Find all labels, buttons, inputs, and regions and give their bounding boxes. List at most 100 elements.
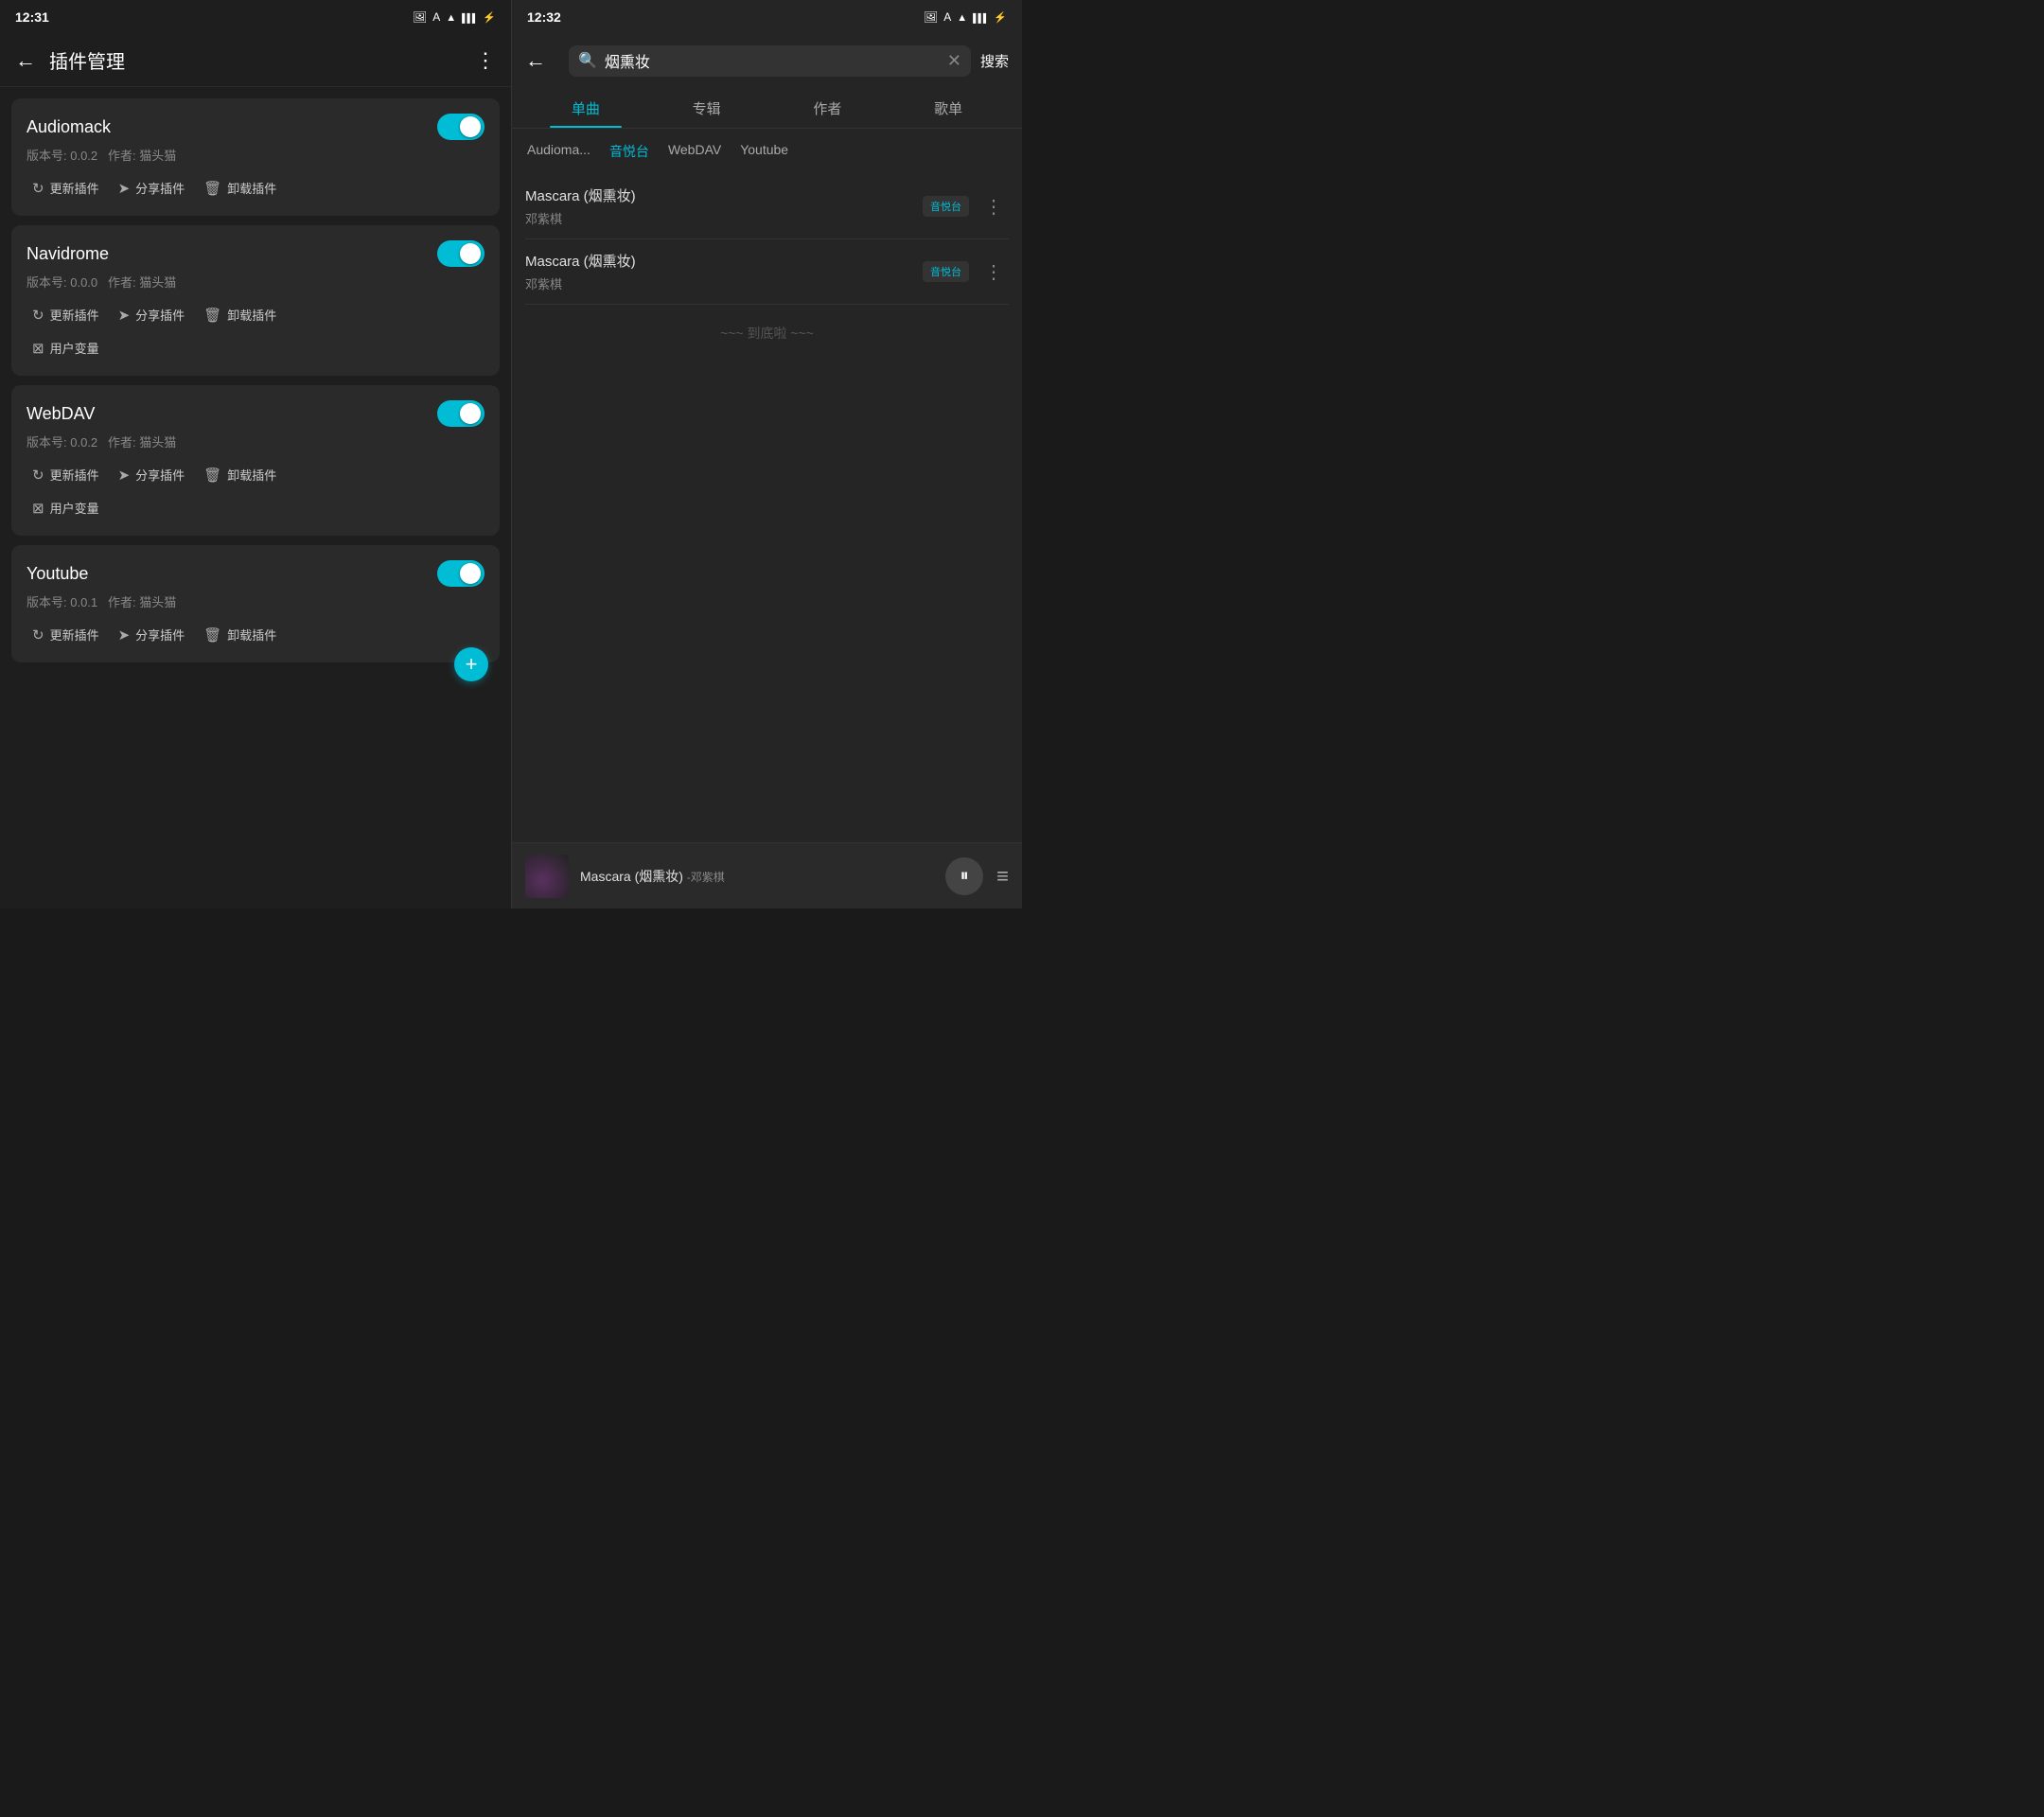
- toggle-navidrome[interactable]: [437, 240, 485, 267]
- pause-icon: ⏸: [960, 866, 969, 886]
- share-plugin-navidrome[interactable]: ➤ 分享插件: [113, 302, 191, 327]
- signal-icon-left: [462, 10, 477, 24]
- text-icon-right: A: [943, 10, 951, 24]
- end-text: ~~~ 到底啦 ~~~: [525, 305, 1009, 362]
- left-panel: 12:31 🖼 A ← 插件管理 ⋮ Audiomack 版本号: 0.0.2 …: [0, 0, 511, 908]
- header-right: ← 🔍 ✕ 搜索: [512, 34, 1022, 87]
- extra-actions-navidrome: ⊠ 用户变量: [26, 335, 485, 361]
- plugin-header-webdav: WebDAV: [26, 400, 485, 427]
- plugin-list: Audiomack 版本号: 0.0.2 作者: 猫头猫 ↻ 更新插件 ➤ 分享…: [0, 87, 511, 908]
- share-plugin-youtube[interactable]: ➤ 分享插件: [113, 622, 191, 647]
- result-title-1: Mascara (烟熏妆): [525, 185, 923, 205]
- source-tab-audiomack[interactable]: Audioma...: [525, 138, 592, 165]
- player-thumb-art: [525, 855, 569, 898]
- update-plugin-webdav[interactable]: ↻ 更新插件: [26, 462, 105, 487]
- clear-icon[interactable]: ✕: [947, 51, 961, 71]
- player-bar: Mascara (烟熏妆) -邓紫棋 ⏸ ≡: [512, 842, 1022, 908]
- share-icon-youtube: ➤: [118, 626, 131, 644]
- plugin-meta-audiomack: 版本号: 0.0.2 作者: 猫头猫: [26, 146, 485, 164]
- update-plugin-audiomack[interactable]: ↻ 更新插件: [26, 175, 105, 201]
- uninstall-plugin-navidrome[interactable]: 🗑 卸载插件: [198, 302, 282, 327]
- share-plugin-webdav[interactable]: ➤ 分享插件: [113, 462, 191, 487]
- toggle-webdav[interactable]: [437, 400, 485, 427]
- more-button-left[interactable]: ⋮: [475, 48, 496, 73]
- uninstall-plugin-audiomack[interactable]: 🗑 卸载插件: [198, 175, 282, 201]
- plugin-name-audiomack: Audiomack: [26, 117, 111, 137]
- status-bar-left: 12:31 🖼 A: [0, 0, 511, 34]
- source-badge-1: 音悦台: [923, 196, 969, 217]
- player-title: Mascara (烟熏妆) -邓紫棋: [580, 867, 934, 886]
- delete-icon-webdav: 🗑: [203, 467, 221, 484]
- tab-singles[interactable]: 单曲: [525, 87, 646, 128]
- status-bar-right: 12:32 🖼 A: [512, 0, 1022, 34]
- search-confirm-button[interactable]: 搜索: [980, 51, 1009, 71]
- delete-icon-navidrome: 🗑: [203, 307, 221, 324]
- variable-icon-navidrome: ⊠: [32, 340, 44, 357]
- more-button-result-2[interactable]: ⋮: [978, 258, 1009, 286]
- plugin-header-audiomack: Audiomack: [26, 114, 485, 140]
- plugin-name-webdav: WebDAV: [26, 404, 95, 424]
- plugin-actions-youtube: ↻ 更新插件 ➤ 分享插件 🗑 卸载插件: [26, 622, 485, 647]
- image-icon-left: 🖼: [413, 10, 427, 24]
- delete-icon-youtube: 🗑: [203, 626, 221, 644]
- plugin-meta-youtube: 版本号: 0.0.1 作者: 猫头猫: [26, 592, 485, 610]
- uninstall-plugin-webdav[interactable]: 🗑 卸载插件: [198, 462, 282, 487]
- delete-icon: 🗑: [203, 180, 221, 197]
- image-icon-right: 🖼: [924, 10, 938, 24]
- plugin-header-youtube: Youtube: [26, 560, 485, 587]
- update-icon: ↻: [32, 180, 44, 197]
- update-plugin-youtube[interactable]: ↻ 更新插件: [26, 622, 105, 647]
- plugin-actions-navidrome: ↻ 更新插件 ➤ 分享插件 🗑 卸载插件: [26, 302, 485, 327]
- share-icon-navidrome: ➤: [118, 307, 131, 324]
- source-tab-youtube[interactable]: Youtube: [738, 138, 790, 165]
- toggle-audiomack[interactable]: [437, 114, 485, 140]
- plugin-actions-webdav: ↻ 更新插件 ➤ 分享插件 🗑 卸载插件: [26, 462, 485, 487]
- plugin-card-youtube: Youtube 版本号: 0.0.1 作者: 猫头猫 ↻ 更新插件 ➤ 分享插件…: [11, 545, 500, 662]
- tab-artists[interactable]: 作者: [767, 87, 889, 128]
- share-plugin-audiomack[interactable]: ➤ 分享插件: [113, 175, 191, 201]
- player-info: Mascara (烟熏妆) -邓紫棋: [580, 867, 934, 886]
- source-tab-webdav[interactable]: WebDAV: [666, 138, 723, 165]
- source-badge-2: 音悦台: [923, 261, 969, 282]
- plugin-name-navidrome: Navidrome: [26, 244, 109, 264]
- extra-actions-webdav: ⊠ 用户变量: [26, 495, 485, 520]
- play-pause-button[interactable]: ⏸: [945, 857, 983, 895]
- result-title-2: Mascara (烟熏妆): [525, 251, 923, 271]
- plugin-meta-navidrome: 版本号: 0.0.0 作者: 猫头猫: [26, 273, 485, 291]
- result-info-2: Mascara (烟熏妆) 邓紫棋: [525, 251, 923, 292]
- user-variable-webdav[interactable]: ⊠ 用户变量: [26, 495, 485, 520]
- result-item-2: Mascara (烟熏妆) 邓紫棋 音悦台 ⋮: [525, 239, 1009, 305]
- text-icon-left: A: [432, 10, 440, 24]
- playlist-button[interactable]: ≡: [996, 864, 1009, 889]
- user-variable-navidrome[interactable]: ⊠ 用户变量: [26, 335, 485, 361]
- update-icon-navidrome: ↻: [32, 307, 44, 324]
- share-icon-webdav: ➤: [118, 467, 131, 484]
- wifi-icon-left: [446, 10, 456, 24]
- plugin-card-navidrome: Navidrome 版本号: 0.0.0 作者: 猫头猫 ↻ 更新插件 ➤ 分享…: [11, 225, 500, 376]
- toggle-youtube[interactable]: [437, 560, 485, 587]
- share-icon: ➤: [118, 180, 131, 197]
- time-left: 12:31: [15, 9, 49, 25]
- player-controls: ⏸ ≡: [945, 857, 1009, 895]
- update-plugin-navidrome[interactable]: ↻ 更新插件: [26, 302, 105, 327]
- more-button-result-1[interactable]: ⋮: [978, 193, 1009, 221]
- source-tab-yinyuetai[interactable]: 音悦台: [608, 138, 651, 165]
- battery-icon-left: [483, 10, 496, 24]
- wifi-icon-right: [957, 10, 967, 24]
- signal-icon-right: [973, 10, 988, 24]
- fab-add-button[interactable]: +: [454, 647, 488, 681]
- tab-albums[interactable]: 专辑: [646, 87, 767, 128]
- search-input-wrap: 🔍 ✕: [569, 45, 971, 77]
- update-icon-youtube: ↻: [32, 626, 44, 644]
- page-title-left: 插件管理: [49, 46, 475, 74]
- time-right: 12:32: [527, 9, 561, 25]
- back-button-left[interactable]: ←: [15, 48, 36, 73]
- uninstall-plugin-youtube[interactable]: 🗑 卸载插件: [198, 622, 282, 647]
- result-right-2: 音悦台 ⋮: [923, 258, 1009, 286]
- update-icon-webdav: ↻: [32, 467, 44, 484]
- tab-playlists[interactable]: 歌单: [888, 87, 1009, 128]
- header-left: ← 插件管理 ⋮: [0, 34, 511, 87]
- back-button-right[interactable]: ←: [525, 48, 546, 73]
- result-artist-1: 邓紫棋: [525, 209, 923, 227]
- search-input[interactable]: [605, 52, 940, 69]
